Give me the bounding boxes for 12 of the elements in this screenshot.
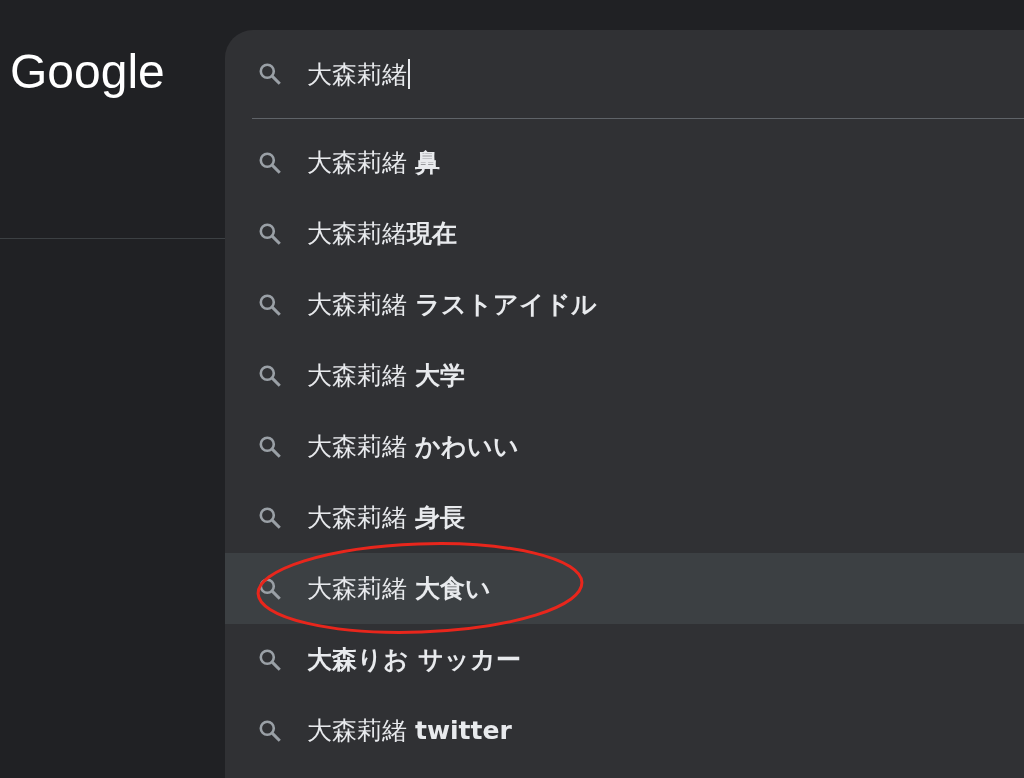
suggestion-item[interactable]: 大森莉緒 鼻 <box>225 127 1024 198</box>
suggestion-item[interactable]: 大森莉緒現在 <box>225 198 1024 269</box>
suggestion-item[interactable]: 大森莉緒 大学 <box>225 340 1024 411</box>
suggestion-item[interactable]: 大森莉緒 身長 <box>225 482 1024 553</box>
suggestion-item[interactable]: 大森莉緒 twitter <box>225 695 1024 766</box>
suggestion-item[interactable]: 大森莉緒 ラストアイドル <box>225 269 1024 340</box>
suggestion-item[interactable]: 大森莉緒 かわいい <box>225 411 1024 482</box>
suggestion-item[interactable]: 大森莉緒 大食い <box>225 553 1024 624</box>
search-field[interactable]: 大森莉緒 <box>307 57 410 91</box>
google-logo[interactable]: Google <box>10 42 165 102</box>
suggestion-item[interactable]: 大森りお サッカー <box>225 624 1024 695</box>
search-icon <box>257 61 283 87</box>
